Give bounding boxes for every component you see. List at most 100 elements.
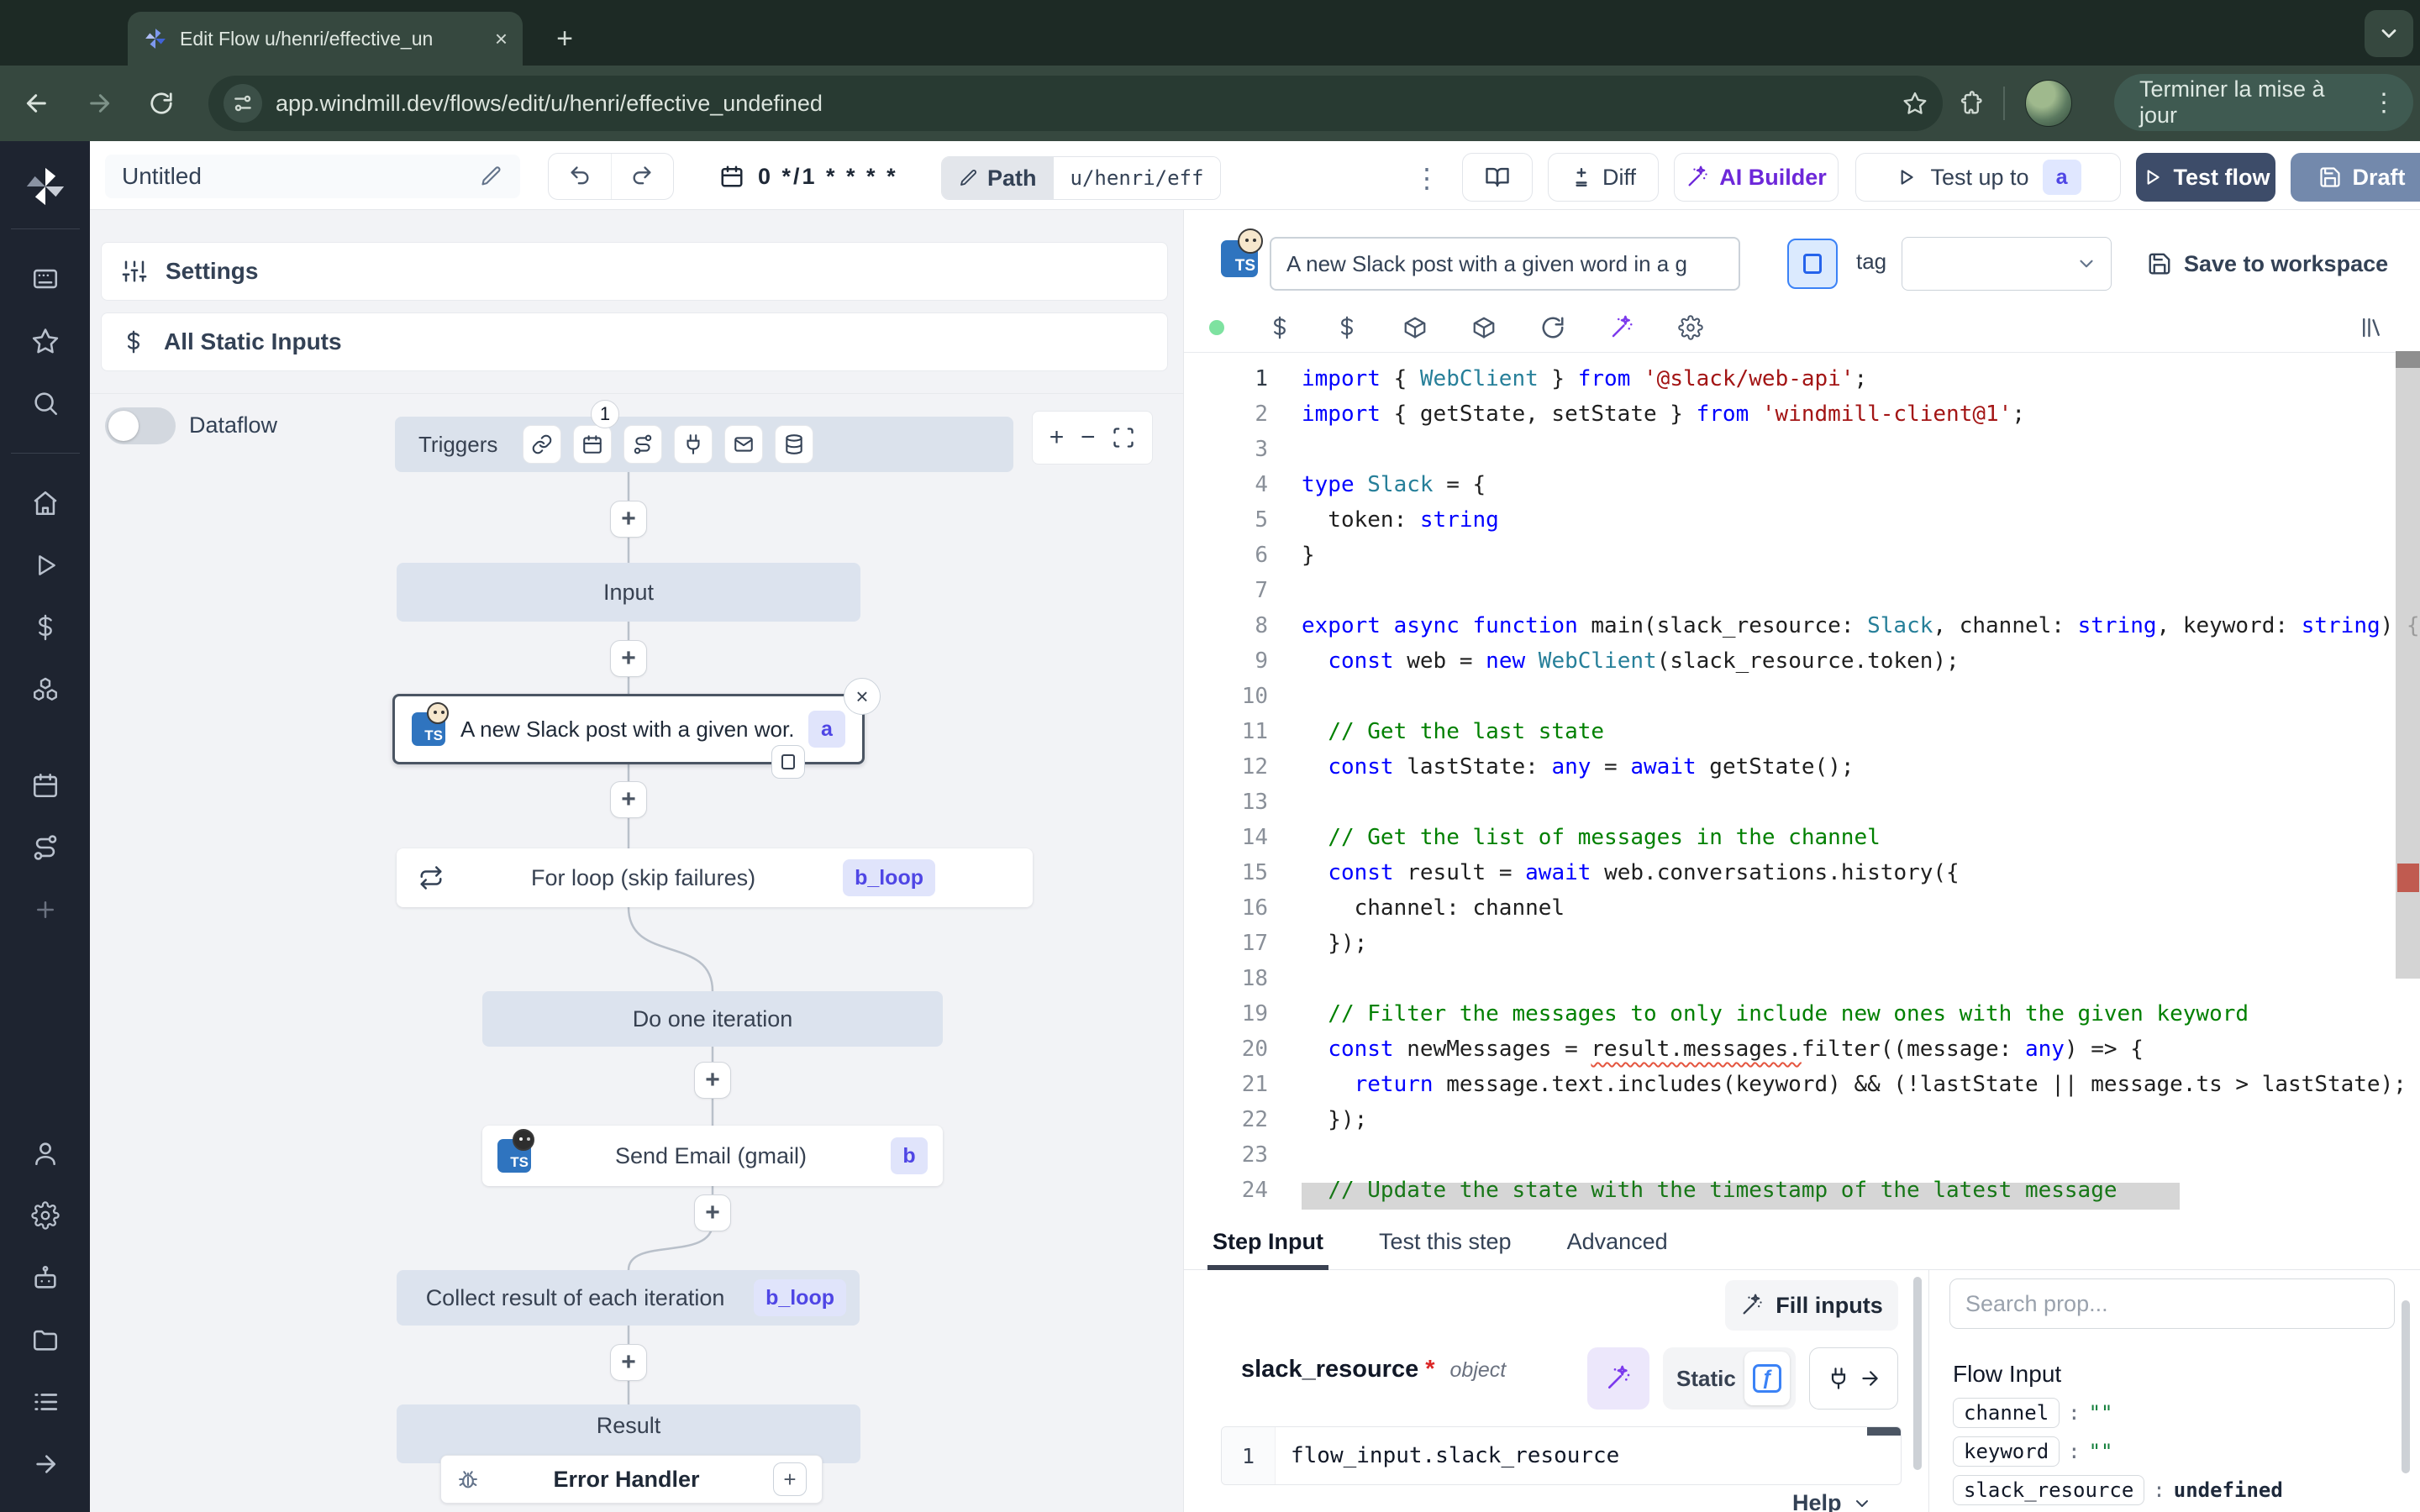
triggers-node[interactable]: Triggers 1 [395, 417, 1013, 472]
browser-profile-avatar[interactable] [2025, 80, 2072, 127]
panel-scrollbar[interactable] [1913, 1277, 1922, 1470]
more-options-button[interactable]: ⋮ [1410, 156, 1444, 200]
code-line[interactable]: 8export async function main(slack_resour… [1184, 608, 2420, 643]
code-line[interactable]: 23 [1184, 1137, 2420, 1173]
diff-button[interactable]: Diff [1548, 153, 1659, 202]
variables-dollar-icon[interactable] [1268, 316, 1292, 339]
code-line[interactable]: 11 // Get the last state [1184, 714, 2420, 749]
expr-mode-cell[interactable]: ƒ [1744, 1352, 1790, 1405]
sidebar-item-logs[interactable] [16, 1371, 75, 1433]
code-line[interactable]: 21 return message.text.includes(keyword)… [1184, 1067, 2420, 1102]
flow-node-send-email[interactable]: TS Send Email (gmail) b [482, 1126, 943, 1186]
sidebar-item-folders[interactable] [16, 1309, 75, 1371]
sidebar-item-apps[interactable] [16, 248, 75, 310]
add-step-button[interactable]: + [694, 1062, 731, 1099]
webhook-trigger-button[interactable] [523, 425, 561, 464]
zoom-out-button[interactable]: − [1081, 423, 1096, 452]
edit-pencil-icon[interactable] [480, 165, 503, 188]
sidebar-item-add[interactable] [16, 879, 75, 941]
code-line[interactable]: 6} [1184, 538, 2420, 573]
tag-select[interactable] [1902, 237, 2112, 291]
sidebar-item-search[interactable] [16, 372, 75, 434]
tab-search-button[interactable] [2365, 10, 2413, 57]
code-line[interactable]: 13 [1184, 785, 2420, 820]
sidebar-item-variables[interactable] [16, 596, 75, 659]
add-step-button[interactable]: + [610, 501, 647, 538]
help-link[interactable]: Help [1792, 1490, 1872, 1512]
flow-input-row[interactable]: channel:"" [1953, 1398, 2283, 1428]
code-line[interactable]: 10 [1184, 679, 2420, 714]
code-line[interactable]: 18 [1184, 961, 2420, 996]
database-trigger-button[interactable] [775, 425, 813, 464]
zoom-in-button[interactable]: + [1050, 423, 1065, 452]
browser-tab[interactable]: Edit Flow u/henri/effective_un × [128, 12, 523, 66]
delete-step-button[interactable]: × [844, 678, 881, 715]
code-editor[interactable]: 1import { WebClient } from '@slack/web-a… [1184, 353, 2420, 1214]
code-line[interactable]: 19 // Filter the messages to only includ… [1184, 996, 2420, 1032]
path-label-segment[interactable]: Path [942, 157, 1054, 199]
sidebar-item-routes[interactable] [16, 816, 75, 879]
flow-input-row[interactable]: keyword:"" [1953, 1436, 2283, 1467]
flow-node-slack-step[interactable]: TS A new Slack post with a given wor... … [392, 694, 865, 764]
draft-button[interactable]: Draft [2291, 153, 2420, 202]
add-step-button[interactable]: + [694, 1194, 731, 1231]
search-prop-input[interactable]: Search prop... [1949, 1278, 2395, 1329]
tab-close-icon[interactable]: × [495, 28, 508, 50]
code-line[interactable]: 20 const newMessages = result.messages.f… [1184, 1032, 2420, 1067]
package-icon[interactable] [1471, 315, 1497, 340]
schedule-trigger-button[interactable] [573, 425, 612, 464]
sidebar-item-favorites[interactable] [16, 310, 75, 372]
tab-test-this-step[interactable]: Test this step [1379, 1214, 1512, 1270]
code-line[interactable]: 4type Slack = { [1184, 467, 2420, 502]
code-line[interactable]: 9 const web = new WebClient(slack_resour… [1184, 643, 2420, 679]
static-expr-toggle[interactable]: Static ƒ [1663, 1347, 1796, 1410]
redo-button[interactable] [612, 154, 674, 199]
code-line[interactable]: 1import { WebClient } from '@slack/web-a… [1184, 361, 2420, 396]
stop-after-step-toggle[interactable] [1787, 239, 1838, 289]
code-line[interactable]: 7 [1184, 573, 2420, 608]
flow-node-collect-result[interactable]: Collect result of each iteration b_loop [397, 1270, 860, 1326]
tab-step-input[interactable]: Step Input [1213, 1214, 1323, 1270]
sidebar-item-account[interactable] [16, 1122, 75, 1184]
flow-node-forloop[interactable]: For loop (skip failures) b_loop [397, 848, 1033, 907]
extensions-icon[interactable] [1958, 91, 1983, 116]
editor-horizontal-scrollbar[interactable] [1302, 1183, 2180, 1210]
code-line[interactable]: 17 }); [1184, 926, 2420, 961]
add-error-handler-button[interactable]: + [773, 1462, 807, 1496]
http-route-trigger-button[interactable] [623, 425, 662, 464]
undo-button[interactable] [549, 154, 612, 199]
schedule-summary[interactable]: 0 */1 * * * * [719, 153, 898, 200]
sidebar-item-resources[interactable] [16, 659, 75, 721]
code-line[interactable]: 14 // Get the list of messages in the ch… [1184, 820, 2420, 855]
test-flow-button[interactable]: Test flow [2136, 153, 2275, 202]
code-line[interactable]: 16 channel: channel [1184, 890, 2420, 926]
sidebar-item-ai[interactable] [16, 1247, 75, 1309]
error-handler-node[interactable]: Error Handler + [440, 1455, 823, 1504]
browser-update-button[interactable]: Terminer la mise à jour ⋮ [2114, 74, 2413, 131]
email-trigger-button[interactable] [724, 425, 763, 464]
add-step-button[interactable]: + [610, 1344, 647, 1381]
path-chip[interactable]: Path u/henri/eff [941, 156, 1221, 200]
test-up-to-button[interactable]: Test up to a [1855, 153, 2121, 202]
back-button[interactable] [18, 85, 55, 122]
save-to-workspace-button[interactable]: Save to workspace [2147, 244, 2388, 284]
code-line[interactable]: 22 }); [1184, 1102, 2420, 1137]
flow-input-row[interactable]: slack_resource:undefined [1953, 1475, 2283, 1505]
browser-menu-icon[interactable]: ⋮ [2371, 88, 2396, 118]
sidebar-expand-button[interactable] [16, 1433, 75, 1495]
websocket-trigger-button[interactable] [674, 425, 713, 464]
ai-wand-icon[interactable] [1609, 315, 1634, 340]
code-line[interactable]: 15 const result = await web.conversation… [1184, 855, 2420, 890]
resources-dollar-icon[interactable] [1335, 316, 1359, 339]
sidebar-item-schedules[interactable] [16, 754, 75, 816]
fit-view-icon[interactable] [1112, 426, 1135, 449]
code-line[interactable]: 3 [1184, 432, 2420, 467]
sidebar-item-runs[interactable] [16, 534, 75, 596]
fill-inputs-button[interactable]: Fill inputs [1725, 1280, 1898, 1331]
code-line[interactable]: 12 const lastState: any = await getState… [1184, 749, 2420, 785]
bookmark-star-icon[interactable] [1902, 91, 1928, 116]
flow-title-box[interactable]: Untitled [105, 155, 520, 198]
refresh-icon[interactable] [1540, 315, 1565, 340]
dataflow-toggle[interactable] [105, 407, 176, 444]
gear-icon[interactable] [1678, 315, 1703, 340]
